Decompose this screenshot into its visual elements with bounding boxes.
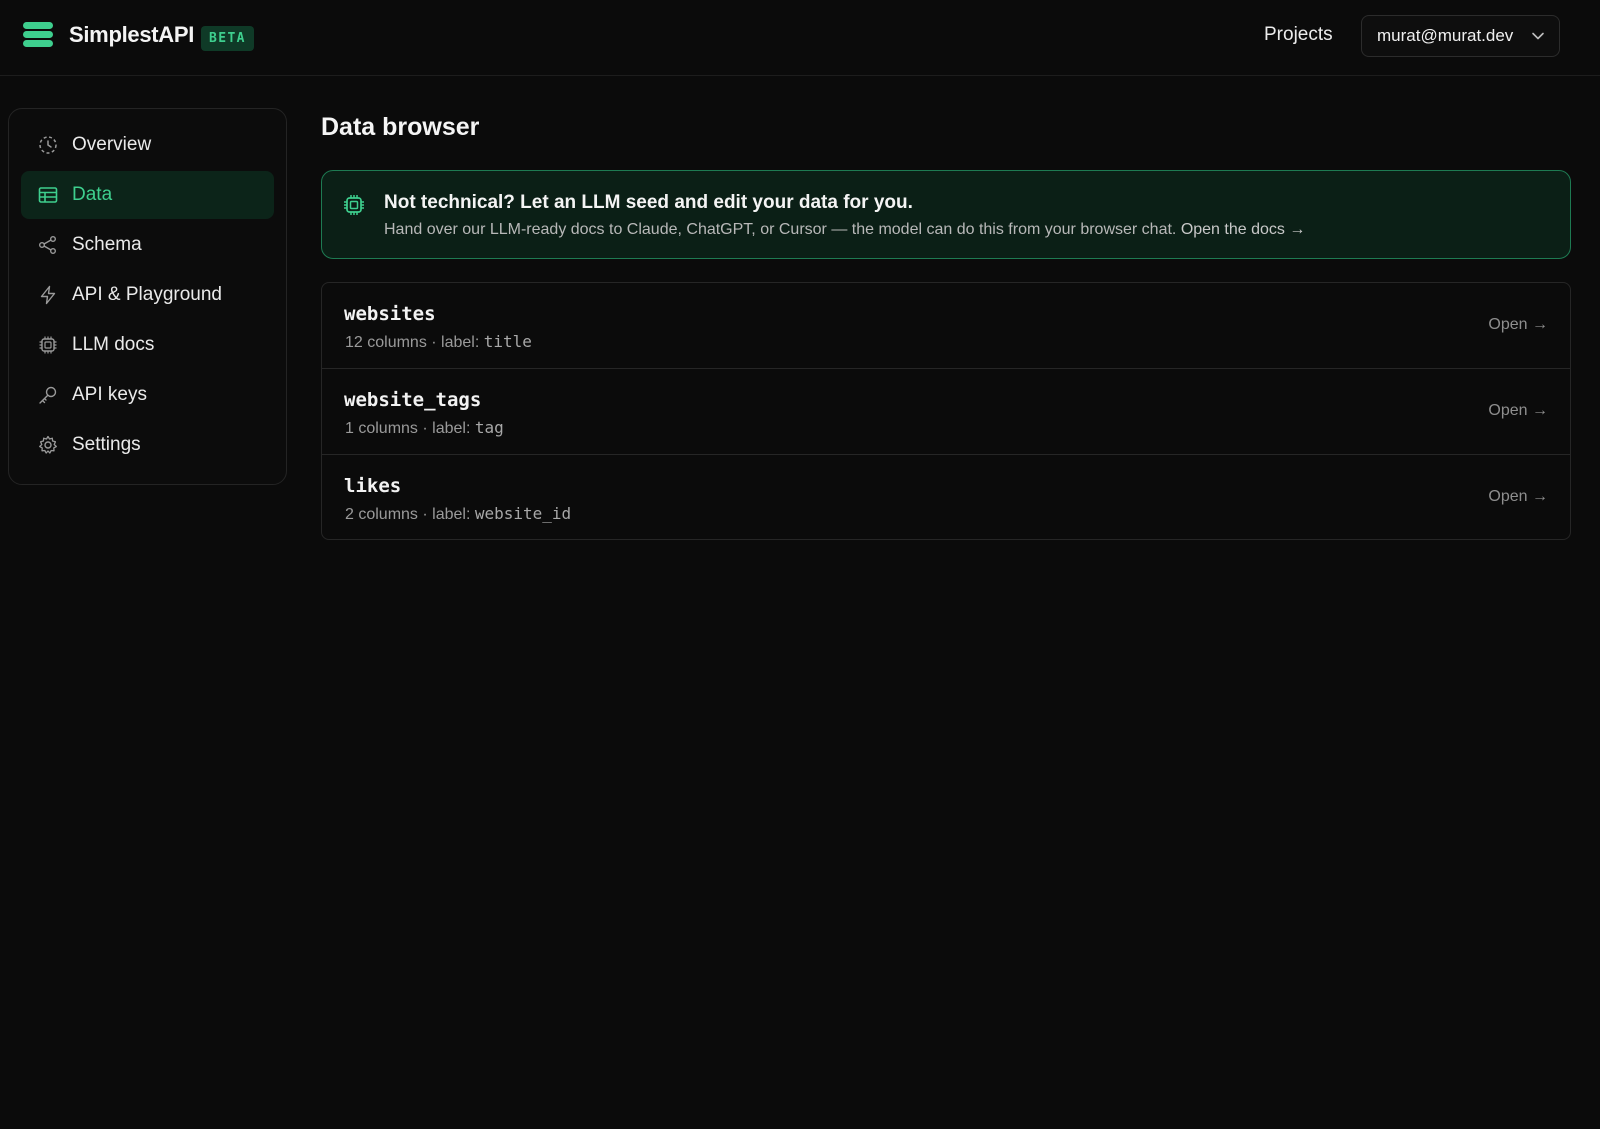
table-label: website_id — [474, 504, 572, 523]
open-table-link[interactable]: Open → — [1488, 316, 1548, 334]
lightning-icon — [40, 285, 56, 305]
page-title: Data browser — [321, 113, 480, 141]
chip-icon — [39, 336, 57, 354]
table-row[interactable]: websites 12 columns · label: title Open … — [322, 283, 1570, 369]
table-columns: 2 columns · label: — [345, 506, 475, 523]
sidebar: Overview Data Schema API & Playground LL… — [8, 108, 287, 485]
llm-banner: Not technical? Let an LLM seed and edit … — [321, 170, 1571, 259]
sidebar-item-label: Settings — [72, 434, 141, 455]
overview-icon — [39, 136, 57, 154]
beta-badge: BETA — [201, 26, 254, 51]
banner-text: Hand over our LLM-ready docs to Claude, … — [384, 221, 1305, 239]
table-label: title — [483, 332, 532, 351]
table-label: tag — [474, 418, 504, 437]
key-icon — [39, 386, 57, 404]
sidebar-item-overview[interactable]: Overview — [21, 121, 274, 169]
table-name: website_tags — [344, 389, 482, 411]
sidebar-item-label: API & Playground — [72, 284, 222, 305]
sidebar-item-label: Overview — [72, 134, 152, 155]
chip-icon — [344, 195, 364, 215]
tables-list: websites 12 columns · label: title Open … — [321, 282, 1571, 540]
table-row[interactable]: likes 2 columns · label: website_id Open… — [322, 455, 1570, 539]
table-icon — [38, 187, 58, 203]
account-email: murat@murat.dev — [1377, 26, 1514, 45]
open-table-link[interactable]: Open → — [1488, 488, 1548, 506]
sidebar-item-api-playground[interactable]: API & Playground — [21, 271, 274, 319]
table-name: websites — [344, 303, 436, 325]
sidebar-item-label: API keys — [72, 384, 147, 405]
table-row[interactable]: website_tags 1 columns · label: tag Open… — [322, 369, 1570, 455]
gear-icon — [39, 435, 57, 454]
chevron-down-icon — [1532, 32, 1544, 40]
sidebar-item-schema[interactable]: Schema — [21, 221, 274, 269]
banner-title: Not technical? Let an LLM seed and edit … — [384, 192, 913, 213]
table-name: likes — [344, 475, 402, 497]
sidebar-item-data[interactable]: Data — [21, 171, 274, 219]
top-bar: SimplestAPI BETA Projects murat@murat.de… — [0, 0, 1600, 76]
projects-link[interactable]: Projects — [1264, 24, 1333, 46]
sidebar-item-api-keys[interactable]: API keys — [21, 371, 274, 419]
brand-name[interactable]: SimplestAPI — [69, 22, 194, 48]
table-columns: 1 columns · label: — [345, 420, 475, 437]
sidebar-item-label: LLM docs — [72, 334, 155, 355]
sidebar-item-label: Data — [72, 184, 113, 205]
sidebar-item-llm-docs[interactable]: LLM docs — [21, 321, 274, 369]
account-menu-button[interactable]: murat@murat.dev — [1361, 15, 1560, 57]
share-nodes-icon — [39, 236, 56, 254]
banner-description: Hand over our LLM-ready docs to Claude, … — [384, 221, 1177, 238]
table-meta: 2 columns · label: website_id — [345, 504, 571, 524]
sidebar-item-settings[interactable]: Settings — [21, 421, 274, 469]
table-meta: 1 columns · label: tag — [345, 418, 504, 438]
table-meta: 12 columns · label: title — [345, 332, 532, 352]
logo-icon[interactable] — [23, 22, 53, 48]
open-docs-link[interactable]: Open the docs → — [1181, 221, 1306, 238]
table-columns: 12 columns · label: — [345, 334, 484, 351]
sidebar-item-label: Schema — [72, 234, 142, 255]
open-table-link[interactable]: Open → — [1488, 402, 1548, 420]
